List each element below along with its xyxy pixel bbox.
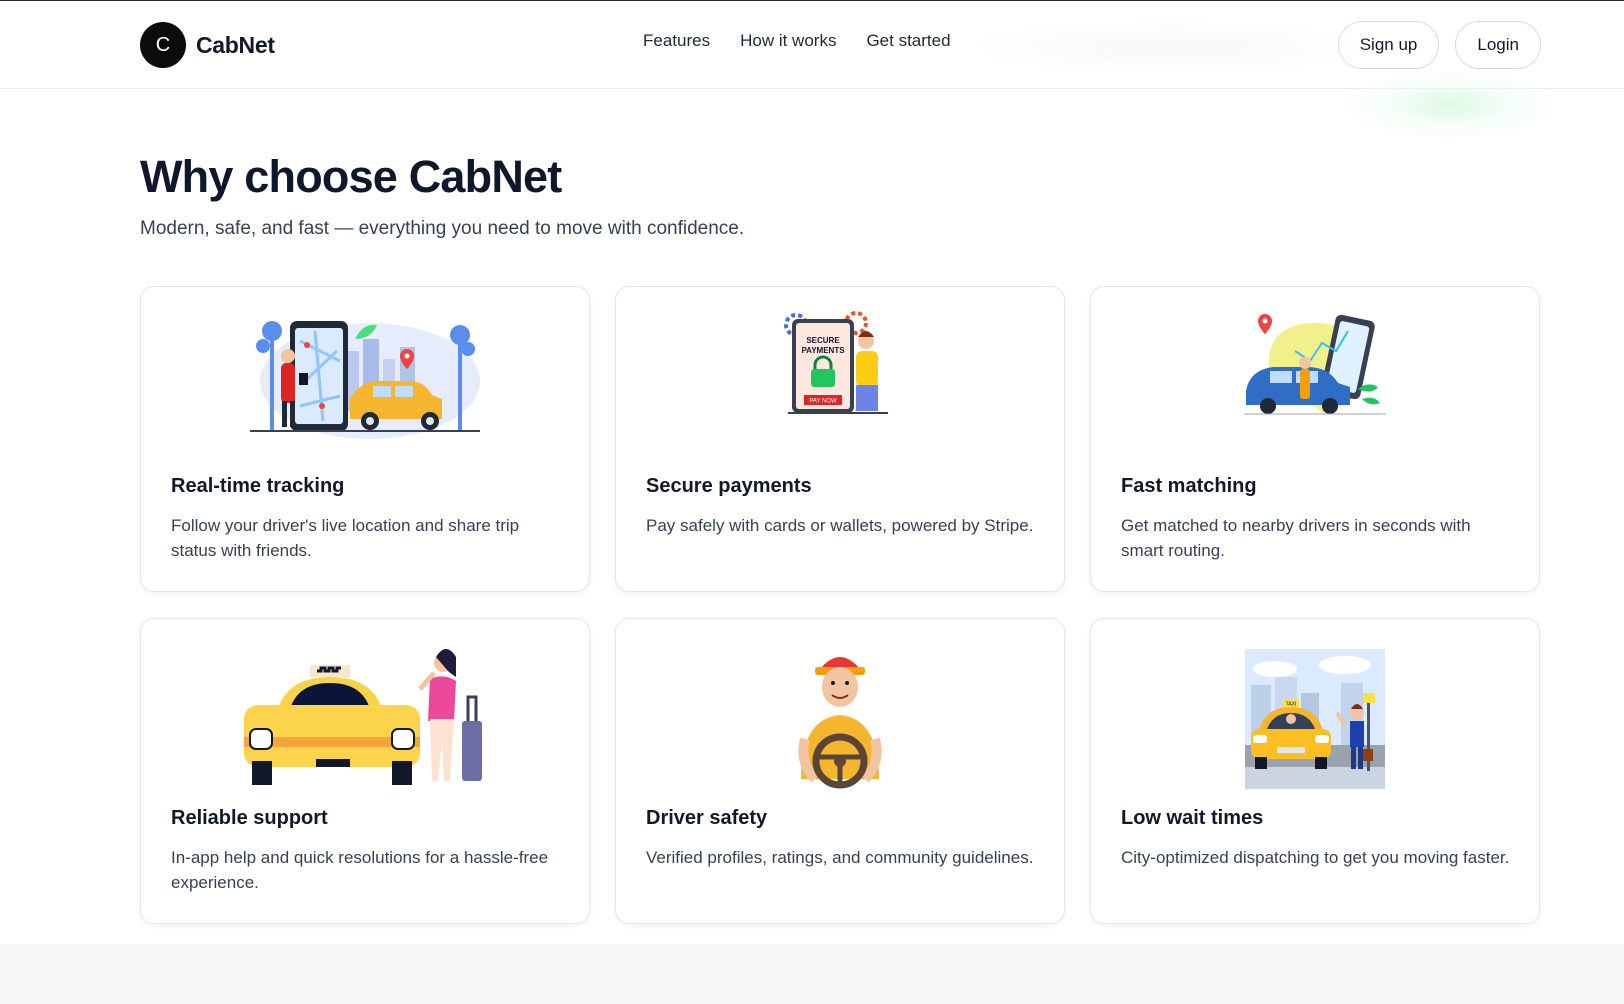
feature-card-real-time-tracking: Real-time tracking Follow your driver's … (140, 286, 590, 592)
feature-title: Secure payments (646, 475, 812, 497)
nav-link-features[interactable]: Features (643, 31, 710, 51)
feature-title: Real-time tracking (171, 475, 345, 497)
taxi-passenger-luggage-illustration (244, 649, 482, 785)
brand-home-link[interactable]: C CabNet (140, 22, 275, 68)
auth-actions: Sign up Login (1337, 21, 1541, 69)
secure-payments-graphic-text-1: SECURE (806, 336, 840, 345)
features-hero: Why choose CabNet Modern, safe, and fast… (140, 150, 744, 240)
brand-name: CabNet (196, 31, 275, 58)
city-taxi-hailing-illustration: TAXI (1245, 649, 1385, 789)
feature-description: Get matched to nearby drivers in seconds… (1121, 516, 1471, 560)
feature-title: Driver safety (646, 807, 768, 829)
feature-card-driver-safety: Driver safety Verified profiles, ratings… (615, 618, 1065, 924)
features-grid: Real-time tracking Follow your driver's … (140, 286, 1540, 924)
page-title: Why choose CabNet (140, 151, 562, 202)
feature-card-fast-matching: Fast matching Get matched to nearby driv… (1090, 286, 1540, 592)
feature-description: Follow your driver's live location and s… (171, 516, 520, 560)
feature-description: Pay safely with cards or wallets, powere… (646, 516, 1034, 535)
driver-steering-wheel-illustration (798, 657, 882, 789)
secure-payments-graphic-text-2: PAYMENTS (801, 346, 845, 355)
main-nav: Features How it works Get started (643, 31, 951, 51)
feature-description: City-optimized dispatching to get you mo… (1121, 848, 1510, 867)
taxi-roof-sign-text: TAXI (1286, 702, 1297, 708)
nav-link-get-started[interactable]: Get started (866, 31, 950, 51)
page-subtitle: Modern, safe, and fast — everything you … (140, 218, 745, 239)
map-tracking-taxi-illustration (250, 321, 480, 439)
secure-payments-phone-illustration: SECURE PAYMENTS PAY NOW (784, 311, 888, 414)
feature-title: Fast matching (1121, 475, 1257, 497)
feature-card-low-wait-times: TAXI Low wait times City-optimized dispa… (1090, 618, 1540, 924)
nav-link-how-it-works[interactable]: How it works (740, 31, 836, 51)
feature-card-reliable-support: Reliable support In-app help and quick r… (140, 618, 590, 924)
feature-card-secure-payments: SECURE PAYMENTS PAY NOW Secure payments … (615, 286, 1065, 592)
feature-description: Verified profiles, ratings, and communit… (646, 848, 1034, 867)
login-button[interactable]: Login (1455, 21, 1541, 69)
feature-title: Low wait times (1121, 807, 1264, 829)
secure-payments-graphic-button-text: PAY NOW (809, 399, 837, 405)
driver-matching-car-illustration (1244, 314, 1386, 415)
next-section-band (0, 944, 1624, 1004)
logo-badge: C (140, 22, 186, 68)
site-header: C CabNet Features How it works Get start… (0, 1, 1624, 89)
sign-up-button[interactable]: Sign up (1337, 21, 1440, 69)
feature-title: Reliable support (171, 807, 328, 829)
feature-description: In-app help and quick resolutions for a … (171, 848, 549, 892)
